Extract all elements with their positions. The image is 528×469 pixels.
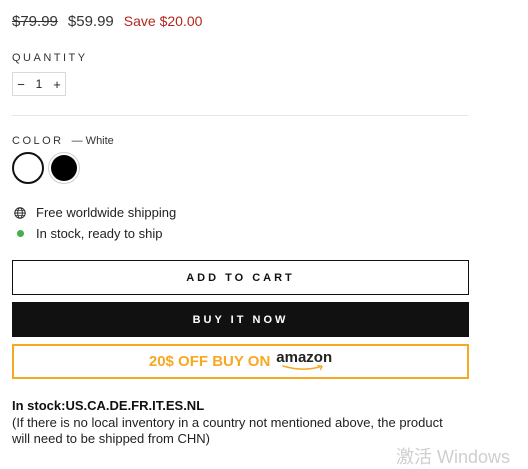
increment-button[interactable]: + [49,77,65,92]
in-stock-dot-icon [17,230,24,237]
color-swatches [12,152,80,184]
price-row: $79.99 $59.99 Save $20.00 [12,13,202,30]
shipping-text: Free worldwide shipping [36,205,177,220]
amazon-buy-button[interactable]: 20$ OFF BUY ON amazon [12,344,469,379]
amazon-logo-text: amazon [276,348,333,366]
color-label: COLOR — White [12,135,114,147]
savings-text: Save $20.00 [123,13,203,29]
swatch-black-fill [51,155,77,181]
shipping-info: Free worldwide shipping [14,205,176,220]
amazon-promo-text: 20$ OFF BUY ON [148,353,271,370]
stock-text: In stock, ready to ship [36,226,163,241]
swatch-white[interactable] [12,152,44,184]
color-selected-value: — White [71,135,114,147]
compare-at-price: $79.99 [12,13,58,30]
stock-countries: In stock:US.CA.DE.FR.IT.ES.NL [12,398,205,413]
buy-it-now-button[interactable]: BUY IT NOW [12,302,469,337]
amazon-smile-icon [282,364,324,370]
swatch-black[interactable] [48,152,80,184]
quantity-label: QUANTITY [12,52,88,64]
add-to-cart-button[interactable]: ADD TO CART [12,260,469,295]
stock-note: (If there is no local inventory in a cou… [12,415,443,446]
decrement-button[interactable]: − [13,77,29,92]
quantity-input[interactable]: 1 [29,77,49,91]
globe-icon [14,206,26,219]
stock-info: In stock, ready to ship [14,226,162,241]
sale-price: $59.99 [67,13,114,30]
windows-activation-watermark: 激活 Windows [396,447,511,467]
amazon-logo: amazon [276,348,333,371]
color-title: COLOR [12,135,64,147]
divider [12,115,468,116]
quantity-stepper[interactable]: − 1 + [12,72,66,96]
